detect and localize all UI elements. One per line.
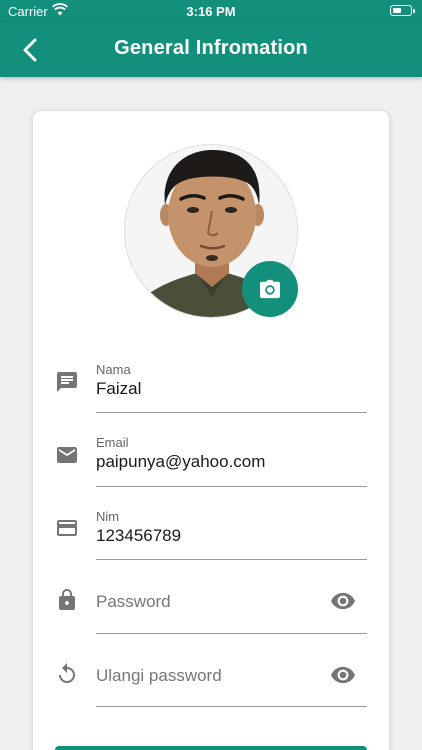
- ulangi-password-underline: [96, 706, 367, 707]
- submit-button[interactable]: [55, 746, 367, 750]
- email-label: Email: [96, 435, 129, 450]
- status-bar: Carrier 3:16 PM: [0, 0, 422, 22]
- ulangi-password-input[interactable]: Ulangi password: [96, 666, 222, 686]
- nama-underline: [96, 412, 367, 413]
- nim-field[interactable]: Nim 123456789: [53, 509, 367, 582]
- restore-icon: [55, 662, 79, 686]
- app-bar: General Infromation: [0, 22, 422, 77]
- password-field[interactable]: Password: [53, 582, 367, 655]
- page-title: General Infromation: [114, 37, 308, 59]
- email-field[interactable]: Email paipunya@yahoo.com: [53, 435, 367, 508]
- avatar-section: [124, 144, 298, 318]
- camera-icon: [260, 279, 280, 299]
- status-time: 3:16 PM: [186, 4, 236, 19]
- profile-card: Nama Faizal Email paipunya@yahoo.com Nim…: [33, 111, 389, 750]
- nim-value[interactable]: 123456789: [96, 526, 181, 546]
- ulangi-password-field[interactable]: Ulangi password: [53, 656, 367, 729]
- nama-label: Nama: [96, 362, 131, 377]
- password-underline: [96, 633, 367, 634]
- battery-icon: [390, 5, 415, 16]
- email-value[interactable]: paipunya@yahoo.com: [96, 452, 265, 472]
- password-visibility-toggle[interactable]: [330, 588, 356, 614]
- nim-underline: [96, 559, 367, 560]
- card-icon: [55, 516, 79, 540]
- lock-icon: [55, 588, 79, 612]
- eye-icon: [331, 666, 355, 684]
- nama-field[interactable]: Nama Faizal: [53, 362, 367, 435]
- password-input[interactable]: Password: [96, 592, 171, 612]
- email-underline: [96, 486, 367, 487]
- eye-icon: [331, 592, 355, 610]
- nama-value[interactable]: Faizal: [96, 379, 141, 399]
- message-icon: [55, 370, 79, 394]
- change-photo-button[interactable]: [242, 261, 298, 317]
- nim-label: Nim: [96, 509, 120, 524]
- mail-icon: [55, 443, 79, 467]
- ulangi-password-visibility-toggle[interactable]: [330, 662, 356, 688]
